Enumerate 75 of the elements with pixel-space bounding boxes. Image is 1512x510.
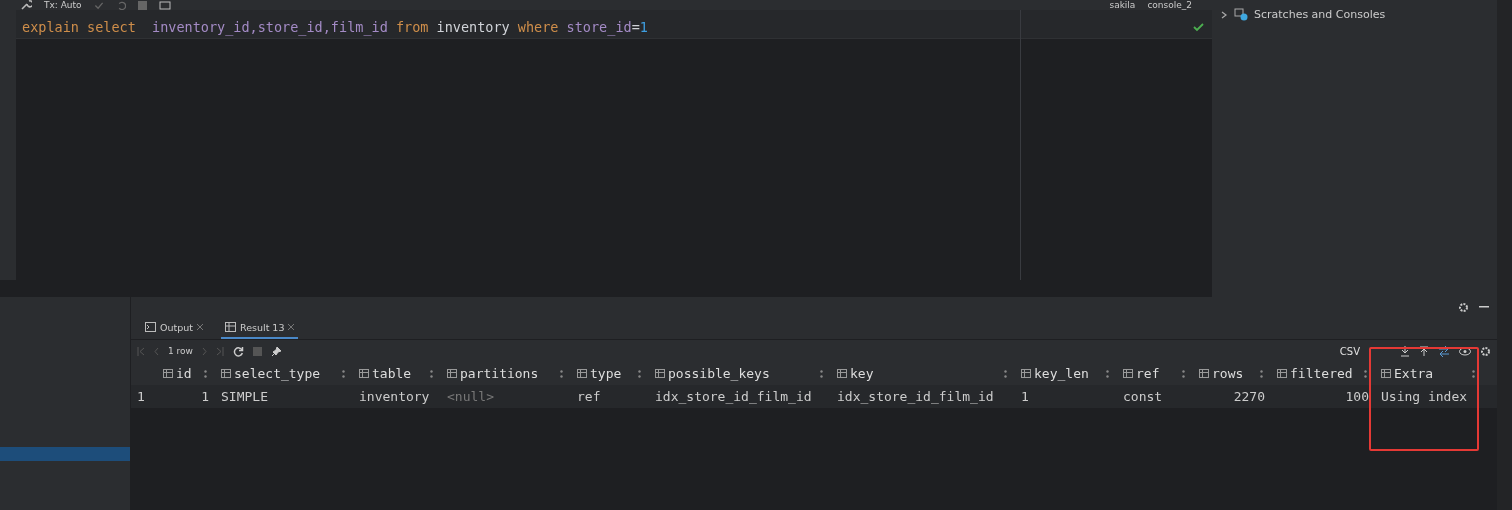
table-cell-text: inventory	[358, 389, 431, 404]
column-header[interactable]: Extra	[1371, 366, 1479, 381]
code-editor[interactable]: explain select inventory_id,store_id,film_id from inventory where store_id=1	[0, 10, 1212, 280]
table-cell-text: const	[1122, 389, 1164, 404]
stop-icon[interactable]	[137, 0, 147, 10]
column-header[interactable]: type	[567, 366, 645, 381]
column-icon	[577, 369, 587, 378]
column-header[interactable]: rows	[1189, 366, 1267, 381]
pin-icon[interactable]	[270, 345, 282, 357]
table-cell-text: idx_store_id_film_id	[654, 389, 813, 404]
sql-query: explain select inventory_id,store_id,film_id from inventory where store_id=1	[22, 19, 648, 35]
sort-icon[interactable]	[1472, 369, 1475, 378]
column-icon	[1381, 369, 1391, 378]
upload-icon[interactable]	[1419, 345, 1429, 357]
column-header[interactable]: select_type	[211, 366, 349, 381]
column-header[interactable]: id	[153, 366, 211, 381]
column-icon	[1123, 369, 1133, 378]
minimize-icon[interactable]	[1479, 306, 1489, 308]
column-header[interactable]: key	[827, 366, 1011, 381]
table-cell-text: idx_store_id_film_id	[836, 389, 995, 404]
column-header[interactable]: ref	[1113, 366, 1189, 381]
column-icon	[447, 369, 457, 378]
result-tab[interactable]: Output	[141, 317, 207, 339]
terminal-icon	[145, 322, 156, 332]
column-header[interactable]: partitions	[437, 366, 567, 381]
column-icon	[1199, 369, 1209, 378]
tree-item[interactable]: Scratches and Consoles	[1220, 8, 1489, 21]
row-count-dropdown[interactable]: 1 row	[168, 345, 193, 357]
table-icon[interactable]	[158, 0, 171, 10]
row-number: 1	[136, 389, 146, 404]
column-header[interactable]: possible_keys	[645, 366, 827, 381]
sort-icon[interactable]	[1260, 369, 1263, 378]
table-cell-text: Using index	[1380, 389, 1469, 404]
sort-icon[interactable]	[430, 369, 433, 378]
close-icon[interactable]	[288, 324, 295, 330]
transaction-mode-dropdown[interactable]: Tx: Auto	[44, 0, 82, 10]
table-cell-text: ref	[576, 389, 602, 404]
sort-icon[interactable]	[560, 369, 563, 378]
sort-icon[interactable]	[1106, 369, 1109, 378]
column-icon	[1021, 369, 1031, 378]
table-cell-text: 2270	[1232, 389, 1266, 404]
close-icon[interactable]	[197, 324, 203, 330]
sort-icon[interactable]	[204, 369, 207, 378]
refresh-icon[interactable]	[232, 345, 244, 357]
column-header[interactable]: table	[349, 366, 437, 381]
table-cell-text: 1	[1020, 389, 1030, 404]
scratches-icon	[1234, 8, 1248, 21]
column-icon	[163, 369, 173, 378]
column-icon	[1277, 369, 1287, 378]
table-icon	[225, 322, 236, 332]
column-icon	[837, 369, 847, 378]
sort-icon[interactable]	[820, 369, 823, 378]
sort-icon[interactable]	[1004, 369, 1007, 378]
column-header[interactable]: filtered	[1267, 366, 1371, 381]
check-icon[interactable]	[93, 0, 104, 10]
settings-icon[interactable]	[1458, 301, 1469, 313]
compare-icon[interactable]	[1438, 345, 1450, 357]
sort-icon[interactable]	[638, 369, 641, 378]
schema-dropdown[interactable]: sakila	[1109, 0, 1136, 10]
sort-icon[interactable]	[1182, 369, 1185, 378]
download-icon[interactable]	[1400, 345, 1410, 357]
table-cell-text: 100	[1344, 389, 1370, 404]
column-icon	[359, 369, 369, 378]
eye-icon[interactable]	[1459, 346, 1471, 356]
sort-icon[interactable]	[342, 369, 345, 378]
column-icon	[655, 369, 665, 378]
export-format-dropdown[interactable]: CSV	[1339, 345, 1360, 357]
table-cell-text: SIMPLE	[220, 389, 269, 404]
console-dropdown[interactable]: console_2	[1147, 0, 1192, 10]
column-header[interactable]: key_len	[1011, 366, 1113, 381]
sort-icon[interactable]	[1364, 369, 1367, 378]
table-cell-text: 1	[200, 389, 210, 404]
settings-icon[interactable]	[1480, 345, 1491, 357]
table-cell-text: <null>	[446, 389, 495, 404]
column-icon	[221, 369, 231, 378]
